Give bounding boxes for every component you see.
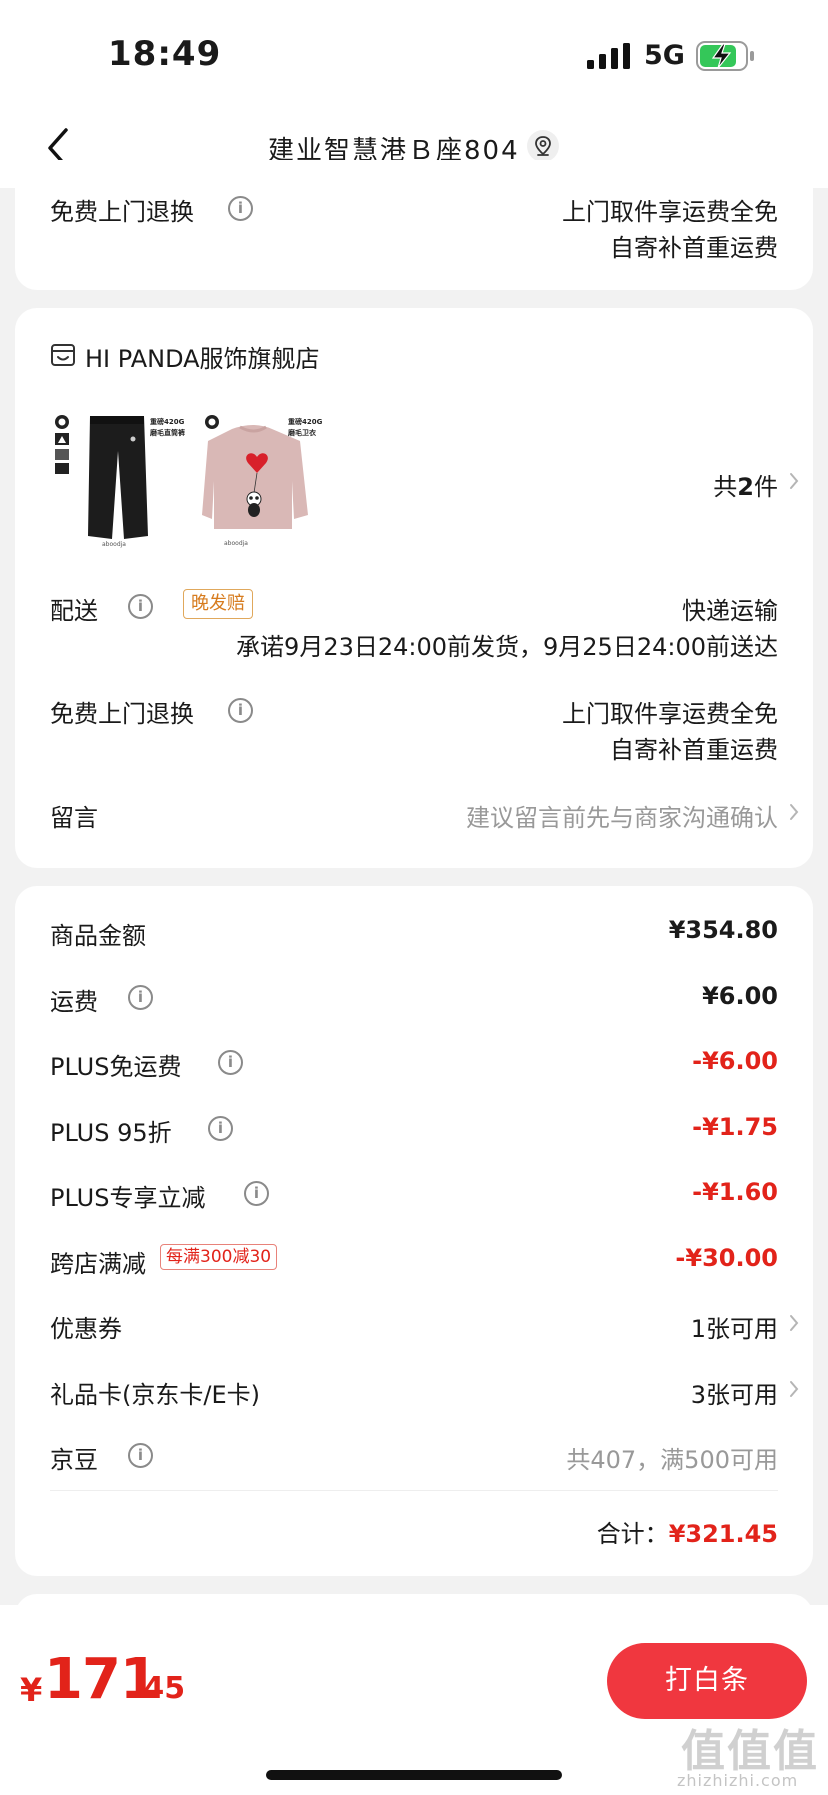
chevron-right-icon [788,802,800,822]
watermark-url: zhizhizhi.com [677,1771,799,1790]
pants-tag: 重磅420G [150,418,185,426]
network-label: 5G [644,40,685,71]
shipping-label: 运费 [50,988,98,1016]
info-icon[interactable]: i [128,985,153,1010]
message-input[interactable]: 建议留言前先与商家沟通确认 [466,798,778,833]
status-time: 18:49 [108,34,222,74]
total: 合计：¥321.45 [597,1514,778,1549]
plus95-label: PLUS 95折 [50,1119,172,1147]
return-label: 免费上门退换 [50,700,194,728]
return-line2: 自寄补首重运费 [610,736,778,764]
product-image-pants[interactable]: aboodja 重磅420G 磨毛直筒裤 [52,411,187,551]
cross-value: -¥30.00 [675,1244,778,1272]
total-label: 合计： [596,1520,669,1548]
pay-decimal: .45 [132,1671,186,1706]
gift-value: 3张可用 [690,1381,778,1409]
coupon-value: 1张可用 [690,1315,778,1343]
return-line2: 自寄补首重运费 [610,234,778,262]
cross-promo-badge: 每满300减30 [160,1244,278,1270]
cross-label: 跨店满减 [50,1250,146,1278]
chevron-right-icon [788,1313,800,1333]
store-icon [51,344,75,366]
info-icon[interactable]: i [228,196,253,221]
return-line1: 上门取件享运费全免 [562,700,778,728]
chevron-right-icon [788,1379,800,1399]
svg-text:aboodja: aboodja [224,540,248,547]
pay-currency: ¥ [20,1671,43,1709]
pants-sub: 磨毛直筒裤 [150,429,185,437]
chevron-right-icon [788,471,800,491]
watermark-logo: 值值值 [681,1726,819,1777]
plus-reduce-label: PLUS专享立减 [50,1184,206,1212]
plus95-value: -¥1.75 [692,1113,778,1141]
count-prefix: 共 [713,473,738,501]
price-card: 商品金额 ¥354.80 运费 i ¥6.00 PLUS免运费 i -¥6.00… [15,886,813,1576]
goods-label: 商品金额 [50,922,146,950]
status-bar: 18:49 5G [0,0,828,110]
sweatshirt-sub: 磨毛卫衣 [288,429,316,437]
store-name[interactable]: HI PANDA服饰旗舰店 [85,339,320,374]
checkout-bar: ¥ 171 .45 打白条 值值值 zhizhizhi.com [0,1605,828,1795]
total-value: ¥321.45 [668,1520,778,1548]
late-compensation-badge: 晚发赔 [183,589,253,619]
svg-text:aboodja: aboodja [102,541,126,548]
sweatshirt-illustration: aboodja [202,411,337,551]
delivery-method: 快递运输 [682,597,778,625]
product-count: 共2件 [713,467,778,502]
return-label: 免费上门退换 [50,198,194,226]
watermark: 值值值 zhizhizhi.com [677,1715,822,1795]
plus-free-label: PLUS免运费 [50,1053,182,1081]
info-icon[interactable]: i [208,1116,233,1141]
return-line1: 上门取件享运费全免 [562,198,778,226]
bean-label: 京豆 [50,1446,98,1474]
info-icon[interactable]: i [128,594,153,619]
location-pin-icon[interactable] [526,129,560,163]
battery-charging-icon [696,41,754,71]
store-card: HI PANDA服饰旗舰店 aboodja 重磅420G 磨毛直筒裤 abood… [15,308,813,868]
shipping-value: ¥6.00 [702,982,778,1010]
bean-value: 共407，满500可用 [566,1446,778,1474]
plus-free-value: -¥6.00 [692,1047,778,1075]
delivery-label: 配送 [50,597,98,625]
info-icon[interactable]: i [244,1181,269,1206]
count-num: 2 [737,473,754,501]
message-label: 留言 [50,804,98,832]
gift-label: 礼品卡(京东卡/E卡) [50,1381,260,1409]
plus-reduce-value: -¥1.60 [692,1178,778,1206]
sweatshirt-tag: 重磅420G [288,418,323,426]
delivery-promise: 承诺9月23日24:00前发货，9月25日24:00前送达 [236,633,778,661]
divider [50,1490,778,1491]
count-suffix: 件 [754,473,778,501]
signal-icon [587,43,630,69]
home-indicator [266,1770,562,1780]
product-image-sweatshirt[interactable]: aboodja 重磅420G 磨毛卫衣 [202,411,337,551]
info-icon[interactable]: i [218,1050,243,1075]
pay-button[interactable]: 打白条 [607,1643,807,1719]
coupon-label: 优惠券 [50,1315,122,1343]
info-icon[interactable]: i [228,698,253,723]
info-icon[interactable]: i [128,1443,153,1468]
goods-value: ¥354.80 [668,916,778,944]
return-card: 免费上门退换 i 上门取件享运费全免 自寄补首重运费 [15,160,813,290]
